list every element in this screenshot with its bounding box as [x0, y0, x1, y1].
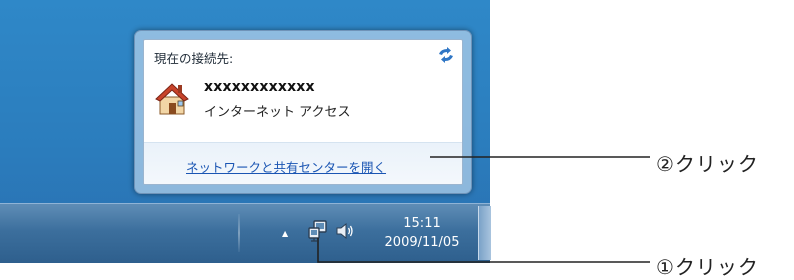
callout-step2: ②クリック	[656, 152, 759, 176]
callout-lines	[317, 156, 650, 263]
callout-step1: ①クリック	[656, 255, 759, 279]
callout-line-1	[317, 238, 650, 263]
